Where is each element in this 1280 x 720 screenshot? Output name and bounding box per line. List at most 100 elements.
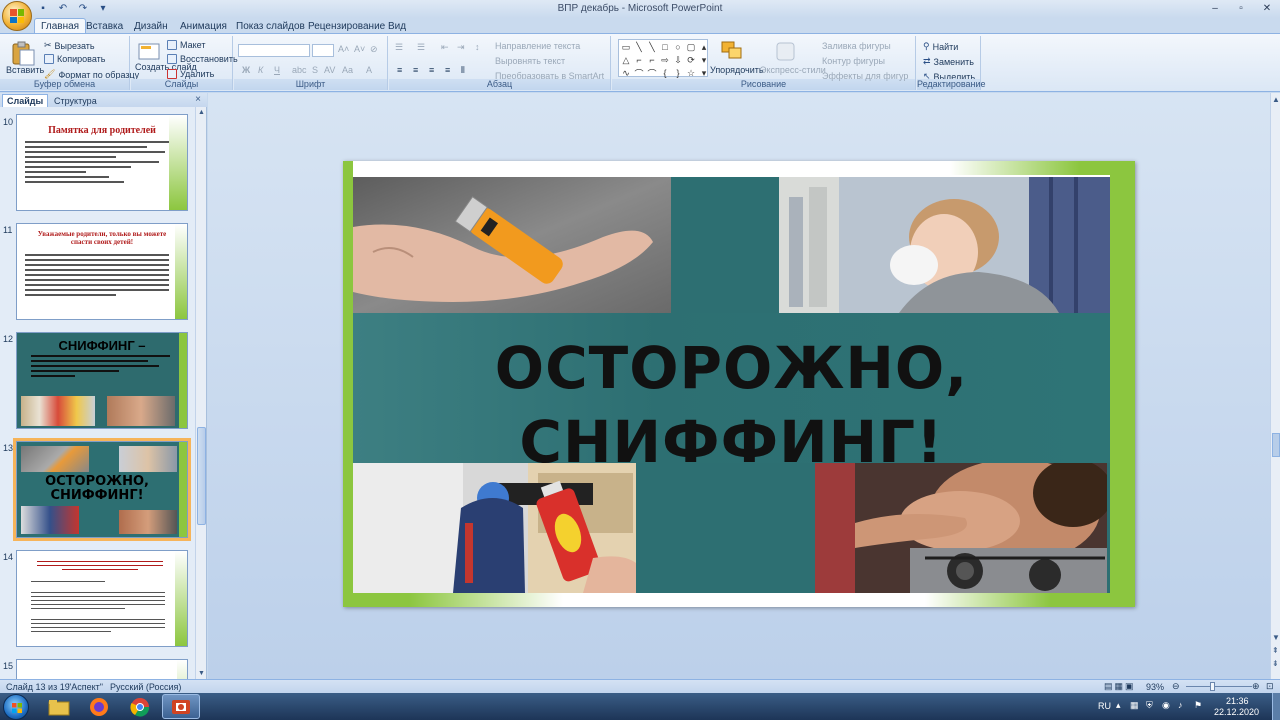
shadow-icon[interactable]: S xyxy=(312,65,318,75)
bullets-icon[interactable]: ☰ xyxy=(395,42,403,53)
quick-styles-icon[interactable] xyxy=(774,40,800,66)
gallery-scroll-icon[interactable]: ▾ xyxy=(698,54,710,66)
start-button[interactable] xyxy=(3,694,29,720)
scroll-up-icon[interactable]: ▲ xyxy=(198,109,205,116)
scrollbar-thumb[interactable] xyxy=(1272,433,1280,457)
arrange-icon[interactable] xyxy=(720,40,746,66)
update-icon[interactable]: ◉ xyxy=(1162,700,1170,711)
tray-expand-icon[interactable]: ▴ xyxy=(1116,700,1121,711)
columns-icon[interactable]: ⫴ xyxy=(461,65,465,76)
slide-thumbnail-11[interactable]: Уважаемые родители, только вы можете спа… xyxy=(16,223,188,320)
close-icon[interactable]: × xyxy=(195,94,201,105)
view-buttons-icon[interactable]: ▤▦▣ xyxy=(1104,681,1136,692)
quick-styles-button[interactable]: Экспресс-стили xyxy=(760,65,826,75)
spacing-icon[interactable]: AV xyxy=(324,65,335,75)
zoom-level[interactable]: 93% xyxy=(1146,682,1164,692)
indent-increase-icon[interactable]: ⇥ xyxy=(457,42,465,53)
align-center-icon[interactable]: ≡ xyxy=(413,65,418,75)
gallery-more-icon[interactable]: ▾ xyxy=(698,67,710,79)
line-shape-icon[interactable]: ╲ xyxy=(633,41,645,53)
tab-design[interactable]: Дизайн xyxy=(128,18,174,34)
rectangle-shape-icon[interactable]: □ xyxy=(659,41,671,53)
oval-shape-icon[interactable]: ○ xyxy=(672,41,684,53)
tab-animation[interactable]: Анимация xyxy=(174,18,233,34)
language-status[interactable]: Русский (Россия) xyxy=(110,682,181,692)
current-slide[interactable]: ОСТОРОЖНО, СНИФФИНГ! xyxy=(343,161,1135,607)
underline-button[interactable]: Ч xyxy=(274,65,280,75)
tab-view[interactable]: Вид xyxy=(382,18,412,34)
shape-fill-button[interactable]: Заливка фигуры xyxy=(822,41,891,51)
chrome-taskbar-button[interactable] xyxy=(121,694,159,719)
close-button[interactable]: ✕ xyxy=(1254,0,1280,17)
curve-shape-icon[interactable]: ∿ xyxy=(620,67,632,79)
arrow-shape-icon[interactable]: ⟳ xyxy=(685,54,697,66)
reset-button[interactable]: Восстановить xyxy=(167,54,238,64)
tab-outline[interactable]: Структура xyxy=(50,94,101,107)
security-icon[interactable]: ⛨ xyxy=(1146,700,1153,711)
clock-time[interactable]: 21:36 xyxy=(1226,696,1249,706)
delete-slide-button[interactable]: Удалить xyxy=(167,69,214,79)
line-spacing-icon[interactable]: ↕ xyxy=(475,42,480,52)
clear-format-icon[interactable]: ⊘ xyxy=(370,44,378,55)
font-color-icon[interactable]: A xyxy=(366,65,372,75)
slide-thumbnail-10[interactable]: Памятка для родителей xyxy=(16,114,188,211)
tab-slideshow[interactable]: Показ слайдов xyxy=(230,18,311,34)
slide-thumbnail-13[interactable]: ОСТОРОЖНО, СНИФФИНГ! xyxy=(16,441,188,538)
firefox-taskbar-button[interactable] xyxy=(80,694,118,719)
change-case-icon[interactable]: Aa xyxy=(342,65,353,75)
line-shape-icon[interactable]: ╲ xyxy=(646,41,658,53)
slide-title[interactable]: ОСТОРОЖНО, СНИФФИНГ! xyxy=(353,331,1110,479)
slide-thumbnail-12[interactable]: СНИФФИНГ – xyxy=(16,332,188,429)
scroll-down-icon[interactable]: ▼ xyxy=(1272,633,1280,642)
arrow-shape-icon[interactable]: ⇨ xyxy=(659,54,671,66)
layout-button[interactable]: Макет xyxy=(167,40,205,50)
scrollbar-thumb[interactable] xyxy=(197,427,206,525)
slide-thumbnail-15[interactable] xyxy=(16,659,188,679)
maximize-button[interactable]: ▫ xyxy=(1228,0,1254,17)
minimize-button[interactable]: – xyxy=(1202,0,1228,17)
shrink-font-button[interactable]: A˅ xyxy=(354,44,365,54)
justify-icon[interactable]: ≡ xyxy=(445,65,450,75)
star-shape-icon[interactable]: ☆ xyxy=(685,67,697,79)
next-slide-icon[interactable]: ⇟ xyxy=(1272,659,1279,668)
connector-shape-icon[interactable]: ⌐ xyxy=(633,54,645,66)
indent-decrease-icon[interactable]: ⇤ xyxy=(441,42,449,53)
powerpoint-taskbar-button[interactable] xyxy=(162,694,200,719)
zoom-slider[interactable] xyxy=(1186,686,1252,687)
flag-icon[interactable]: ⚑ xyxy=(1194,700,1202,711)
scroll-up-icon[interactable]: ▲ xyxy=(1272,95,1280,104)
cut-button[interactable]: ✂ Вырезать xyxy=(44,40,95,51)
zoom-out-icon[interactable]: ⊖ xyxy=(1172,681,1180,692)
network-icon[interactable]: ▦ xyxy=(1130,700,1139,711)
arrow-shape-icon[interactable]: ⇩ xyxy=(672,54,684,66)
volume-icon[interactable]: ♪ xyxy=(1178,700,1183,710)
font-size-input[interactable] xyxy=(312,44,334,57)
strikethrough-icon[interactable]: abc xyxy=(292,65,307,75)
scroll-down-icon[interactable]: ▼ xyxy=(198,670,205,677)
shapes-gallery[interactable]: ▭ ╲ ╲ □ ○ ▢ ▴ △ ⌐ ⌐ ⇨ ⇩ ⟳ ▾ ∿ ⌒ ⌒{} ☆ ▾ xyxy=(618,39,710,79)
gallery-scroll-icon[interactable]: ▴ xyxy=(698,41,710,53)
arrange-button[interactable]: Упорядочить xyxy=(710,65,764,75)
bold-button[interactable]: Ж xyxy=(242,65,250,75)
connector-shape-icon[interactable]: ⌐ xyxy=(646,54,658,66)
find-button[interactable]: ⚲ Найти xyxy=(923,41,958,52)
rectangle-shape-icon[interactable]: ▭ xyxy=(620,41,632,53)
numbering-icon[interactable]: ☰ xyxy=(417,42,425,53)
paste-icon[interactable] xyxy=(10,40,36,66)
zoom-in-icon[interactable]: ⊕ xyxy=(1252,681,1260,692)
font-name-input[interactable] xyxy=(238,44,310,57)
grow-font-button[interactable]: A˄ xyxy=(338,44,349,54)
shape-effects-button[interactable]: Эффекты для фигур xyxy=(822,71,908,81)
slide-thumbnail-14[interactable] xyxy=(16,550,188,647)
align-right-icon[interactable]: ≡ xyxy=(429,65,434,75)
paste-button[interactable]: Вставить xyxy=(6,65,44,75)
prev-slide-icon[interactable]: ⇞ xyxy=(1272,646,1279,655)
tab-home[interactable]: Главная xyxy=(34,18,87,34)
align-text-button[interactable]: Выровнять текст xyxy=(495,56,565,66)
italic-button[interactable]: К xyxy=(258,65,263,75)
office-button[interactable] xyxy=(2,1,32,31)
tab-insert[interactable]: Вставка xyxy=(80,18,129,34)
thumbnails-scrollbar[interactable]: ▲ ▼ xyxy=(195,107,206,679)
shape-outline-button[interactable]: Контур фигуры xyxy=(822,56,885,66)
show-desktop-button[interactable] xyxy=(1272,693,1280,720)
